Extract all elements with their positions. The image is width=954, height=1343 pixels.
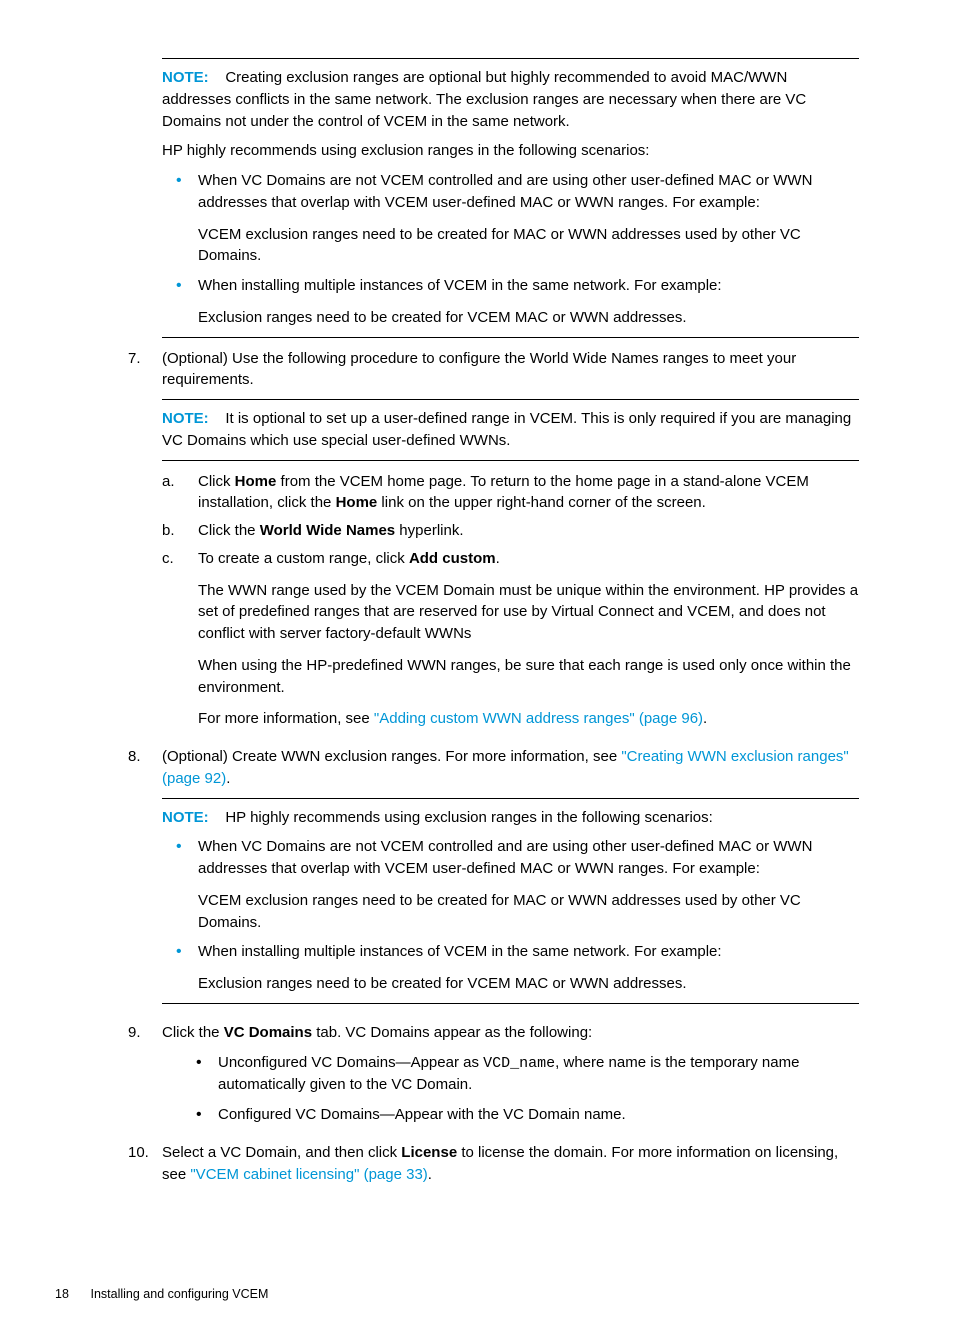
step-10: 10. Select a VC Domain, and then click L…	[124, 1142, 859, 1186]
text: .	[226, 770, 230, 787]
text: Unconfigured VC Domains—Appear as	[218, 1054, 483, 1071]
rule	[162, 58, 859, 59]
home-bold: Home	[336, 494, 378, 511]
note-text: It is optional to set up a user-defined …	[162, 410, 851, 449]
substep-c: c. To create a custom range, click Add c…	[162, 548, 859, 730]
text: link on the upper right-hand corner of t…	[377, 494, 706, 511]
marker: c.	[162, 548, 192, 570]
wwn-ranges-link[interactable]: "Adding custom WWN address ranges" (page…	[374, 710, 703, 727]
step-number: 7.	[124, 348, 162, 739]
page-number: 18	[55, 1285, 87, 1303]
rule	[162, 337, 859, 338]
page-footer: 18 Installing and configuring VCEM	[55, 1285, 859, 1303]
substep-a: a. Click Home from the VCEM home page. T…	[162, 471, 859, 515]
step-9: 9. Click the VC Domains tab. VC Domains …	[124, 1022, 859, 1134]
note-label: NOTE:	[162, 69, 209, 86]
para: When using the HP-predefined WWN ranges,…	[198, 655, 859, 699]
scenario-bullets: When VC Domains are not VCEM controlled …	[162, 836, 859, 995]
bullet-text: When VC Domains are not VCEM controlled …	[198, 838, 812, 877]
text: Click the	[198, 522, 260, 539]
text: For more information, see	[198, 710, 374, 727]
text: .	[703, 710, 707, 727]
list-item: When VC Domains are not VCEM controlled …	[162, 836, 859, 933]
list-item: When installing multiple instances of VC…	[162, 275, 859, 329]
recommend-text: HP highly recommends using exclusion ran…	[162, 140, 859, 162]
list-item: When installing multiple instances of VC…	[162, 941, 859, 995]
text: Click the	[162, 1024, 224, 1041]
note-label: NOTE:	[162, 809, 209, 826]
substep-b: b. Click the World Wide Names hyperlink.	[162, 520, 859, 542]
step7-substeps: a. Click Home from the VCEM home page. T…	[162, 471, 859, 731]
marker: a.	[162, 471, 192, 493]
license-bold: License	[401, 1144, 457, 1161]
note-text: HP highly recommends using exclusion ran…	[225, 809, 712, 826]
step-7: 7. (Optional) Use the following procedur…	[124, 348, 859, 739]
step-8: 8. (Optional) Create WWN exclusion range…	[124, 746, 859, 1014]
text: tab. VC Domains appear as the following:	[312, 1024, 592, 1041]
bullet-sub: VCEM exclusion ranges need to be created…	[198, 224, 859, 268]
note-text: Creating exclusion ranges are optional b…	[162, 69, 806, 130]
text: Select a VC Domain, and then click	[162, 1144, 401, 1161]
rule	[162, 1003, 859, 1004]
rule	[162, 798, 859, 799]
wwn-bold: World Wide Names	[260, 522, 395, 539]
text: Click	[198, 473, 235, 490]
list-item: When VC Domains are not VCEM controlled …	[162, 170, 859, 267]
text: (Optional) Create WWN exclusion ranges. …	[162, 748, 621, 765]
licensing-link[interactable]: "VCEM cabinet licensing" (page 33)	[190, 1166, 427, 1183]
bullet-text: When installing multiple instances of VC…	[198, 943, 722, 960]
note-label: NOTE:	[162, 410, 209, 427]
marker: b.	[162, 520, 192, 542]
top-note: NOTE: Creating exclusion ranges are opti…	[162, 58, 859, 338]
step-number: 9.	[124, 1022, 162, 1134]
para: The WWN range used by the VCEM Domain mu…	[198, 580, 859, 645]
step7-note: NOTE: It is optional to set up a user-de…	[162, 399, 859, 461]
list-item: Unconfigured VC Domains—Appear as VCD_na…	[162, 1052, 859, 1097]
text: Configured VC Domains—Appear with the VC…	[218, 1106, 626, 1123]
rule	[162, 460, 859, 461]
text: .	[428, 1166, 432, 1183]
add-custom-bold: Add custom	[409, 550, 496, 567]
rule	[162, 399, 859, 400]
vcd-name-mono: VCD_name	[483, 1055, 555, 1072]
step-number: 10.	[124, 1142, 162, 1186]
step-number: 8.	[124, 746, 162, 1014]
list-item: Configured VC Domains—Appear with the VC…	[162, 1104, 859, 1126]
bullet-sub: Exclusion ranges need to be created for …	[198, 973, 859, 995]
step9-bullets: Unconfigured VC Domains—Appear as VCD_na…	[162, 1052, 859, 1126]
bullet-sub: Exclusion ranges need to be created for …	[198, 307, 859, 329]
text: To create a custom range, click	[198, 550, 409, 567]
text: hyperlink.	[395, 522, 463, 539]
bullet-text: When installing multiple instances of VC…	[198, 277, 722, 294]
home-bold: Home	[235, 473, 277, 490]
footer-title: Installing and configuring VCEM	[90, 1287, 268, 1301]
vc-domains-bold: VC Domains	[224, 1024, 312, 1041]
bullet-text: When VC Domains are not VCEM controlled …	[198, 172, 812, 211]
bullet-sub: VCEM exclusion ranges need to be created…	[198, 890, 859, 934]
text: .	[496, 550, 500, 567]
scenario-bullets: When VC Domains are not VCEM controlled …	[162, 170, 859, 329]
step-intro: (Optional) Use the following procedure t…	[162, 348, 859, 392]
step8-note: NOTE: HP highly recommends using exclusi…	[162, 798, 859, 1004]
